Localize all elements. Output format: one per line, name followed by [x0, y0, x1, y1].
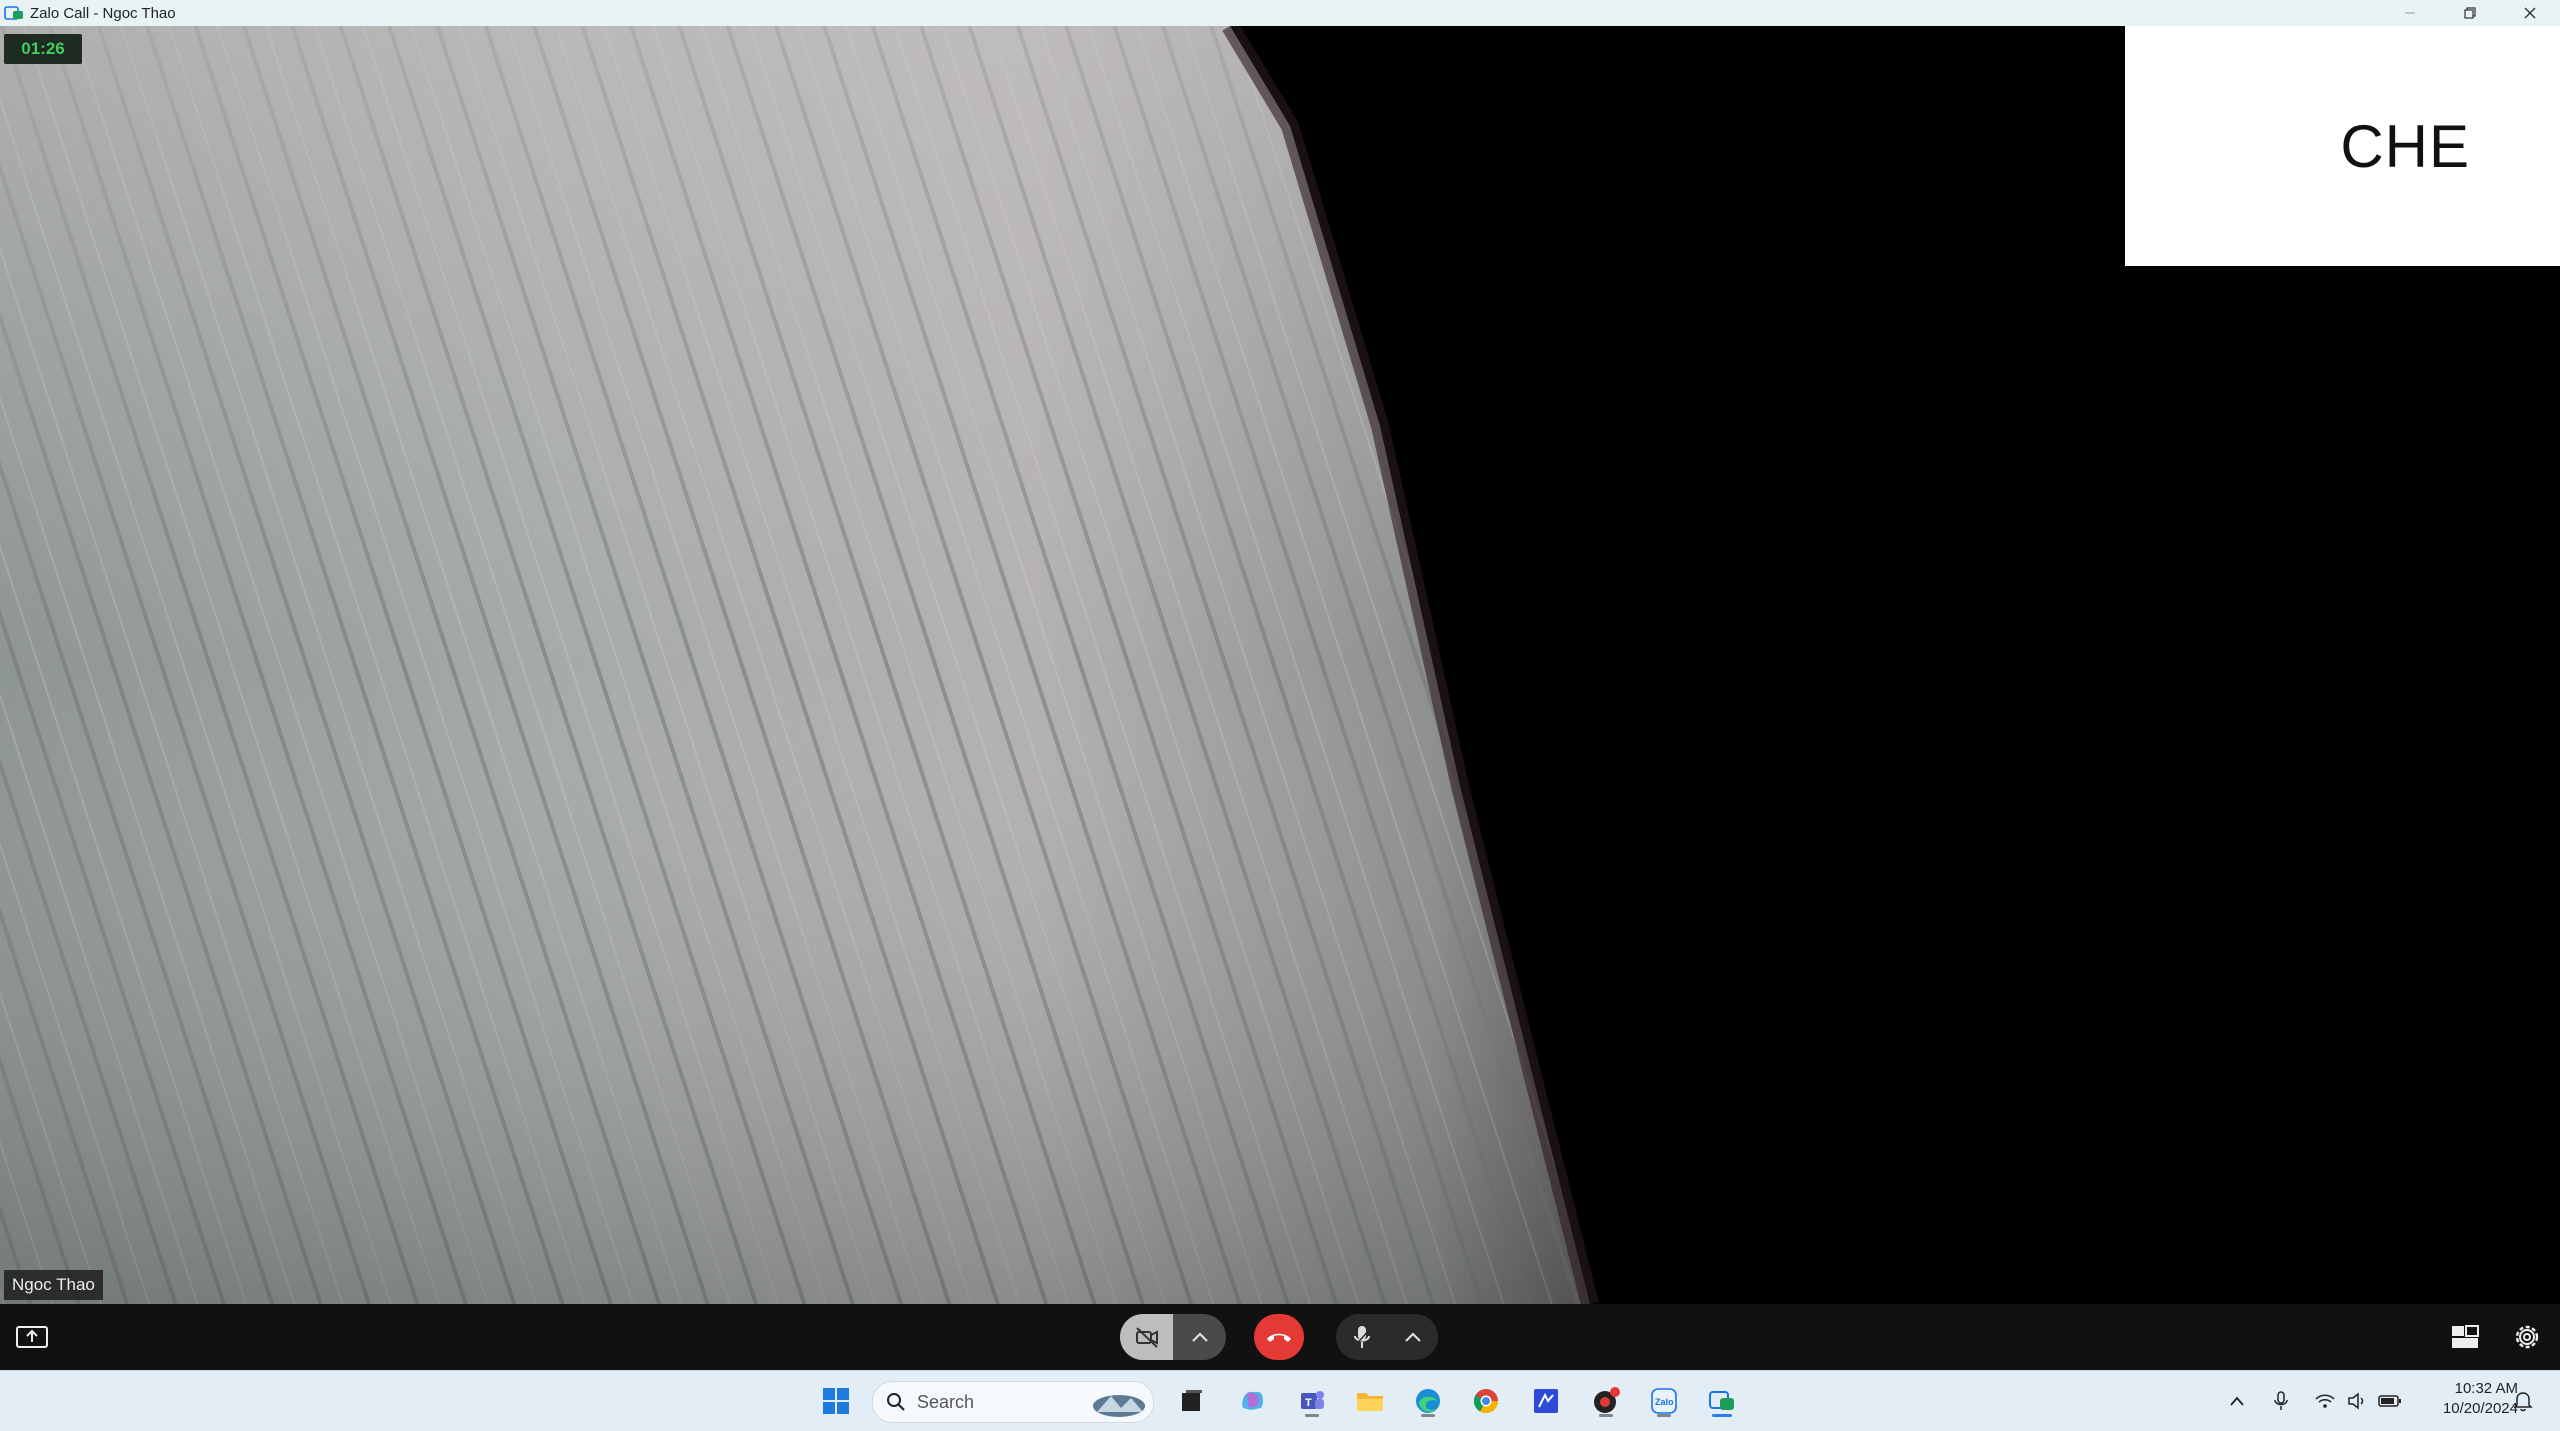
microphone-toggle-button[interactable]: [1336, 1314, 1387, 1360]
running-indicator: [1421, 1414, 1435, 1417]
show-hidden-icons-button[interactable]: [2222, 1371, 2252, 1431]
camera-toggle-button[interactable]: [1120, 1314, 1173, 1360]
teams-icon: T: [1301, 1391, 1324, 1409]
folder-icon: [1357, 1393, 1383, 1411]
zalo-call-app-icon: [4, 6, 23, 20]
chrome-icon: [1473, 1389, 1498, 1414]
layout-button[interactable]: [2448, 1320, 2482, 1354]
copilot-button[interactable]: [1234, 1383, 1270, 1419]
minimize-button[interactable]: [2380, 0, 2440, 26]
search-icon: [887, 1393, 905, 1411]
visual-studio-icon: [1534, 1389, 1558, 1413]
screen-recorder-button[interactable]: [1588, 1383, 1624, 1419]
start-button[interactable]: [818, 1383, 854, 1419]
chrome-browser-button[interactable]: [1468, 1383, 1504, 1419]
windows-logo-icon: [823, 1388, 849, 1414]
running-indicator: [1599, 1414, 1613, 1417]
task-view-icon: [1182, 1390, 1202, 1411]
clock-time: 10:32 AM: [2454, 1380, 2518, 1397]
visual-studio-button[interactable]: [1528, 1383, 1564, 1419]
edge-icon: [1416, 1389, 1440, 1413]
call-timer: 01:26: [4, 34, 82, 64]
network-volume-battery-button[interactable]: [2308, 1371, 2408, 1431]
self-view-preview[interactable]: CHE: [2125, 26, 2560, 266]
self-view-text: CHE: [2340, 112, 2470, 180]
microphone-control-group: [1336, 1314, 1438, 1360]
running-indicator-active: [1712, 1414, 1732, 1417]
microphone-icon: [1352, 1326, 1371, 1348]
running-indicator: [1305, 1414, 1319, 1417]
microphone-icon: [2274, 1391, 2288, 1410]
running-indicator: [1657, 1414, 1671, 1417]
gear-icon: [2515, 1325, 2539, 1349]
call-control-bar: [0, 1304, 2560, 1370]
zalo-call-app-button[interactable]: [1704, 1383, 1740, 1419]
caller-name-label: Ngoc Thao: [4, 1270, 103, 1300]
svg-text:T: T: [1305, 1397, 1312, 1409]
phone-hangup-icon: [1267, 1333, 1291, 1342]
copilot-icon: [1242, 1391, 1264, 1410]
battery-icon: [2378, 1395, 2401, 1407]
window-controls: [2380, 0, 2560, 26]
restore-button[interactable]: [2440, 0, 2500, 26]
window-title: Zalo Call - Ngoc Thao: [30, 4, 176, 22]
title-bar: Zalo Call - Ngoc Thao: [0, 0, 2560, 27]
microphone-options-button[interactable]: [1387, 1314, 1438, 1360]
os-taskbar: Search T Zalo 10:32 AM 10/20/2024: [0, 1370, 2560, 1431]
chevron-up-icon: [1404, 1332, 1421, 1342]
close-button[interactable]: [2500, 0, 2560, 26]
end-call-button[interactable]: [1254, 1314, 1304, 1360]
camera-off-icon: [1135, 1327, 1158, 1348]
zalo-call-icon: [1709, 1391, 1734, 1410]
notifications-button[interactable]: [2508, 1371, 2538, 1431]
wifi-icon: [2315, 1394, 2335, 1408]
zalo-app-button[interactable]: Zalo: [1646, 1383, 1682, 1419]
camera-control-group: [1120, 1314, 1226, 1360]
svg-text:Zalo: Zalo: [1655, 1397, 1674, 1407]
search-highlight-icon: [1093, 1395, 1145, 1417]
system-clock[interactable]: 10:32 AM 10/20/2024: [2408, 1379, 2518, 1423]
task-view-button[interactable]: [1174, 1383, 1210, 1419]
chevron-up-icon: [2230, 1396, 2244, 1406]
close-icon: [2524, 7, 2536, 19]
layout-grid-icon: [2452, 1325, 2479, 1348]
screen-share-icon: [16, 1326, 48, 1348]
settings-button[interactable]: [2510, 1320, 2544, 1354]
bell-icon: [2513, 1392, 2533, 1412]
chevron-up-icon: [1191, 1332, 1208, 1342]
file-explorer-button[interactable]: [1352, 1383, 1388, 1419]
share-screen-button[interactable]: [12, 1322, 52, 1354]
restore-icon: [2464, 7, 2476, 19]
tray-microphone-button[interactable]: [2266, 1371, 2296, 1431]
edge-browser-button[interactable]: [1410, 1383, 1446, 1419]
camera-options-button[interactable]: [1173, 1314, 1226, 1360]
taskbar-search-box[interactable]: Search: [872, 1381, 1154, 1423]
minimize-icon: [2405, 12, 2415, 14]
clock-date: 10/20/2024: [2442, 1400, 2518, 1417]
teams-button[interactable]: T: [1294, 1383, 1330, 1419]
search-placeholder: Search: [917, 1391, 975, 1412]
volume-icon: [2348, 1392, 2364, 1410]
screen-recorder-icon: [1594, 1387, 1620, 1413]
zalo-icon: Zalo: [1651, 1388, 1677, 1414]
